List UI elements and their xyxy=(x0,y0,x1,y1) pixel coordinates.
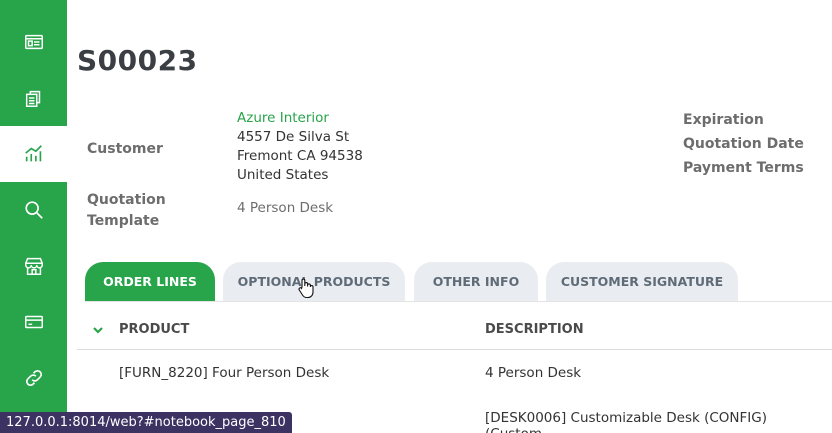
customer-address-line1: 4557 De Silva St xyxy=(237,129,350,145)
table-row-description[interactable]: 4 Person Desk xyxy=(485,365,581,381)
quotation-template-value[interactable]: 4 Person Desk xyxy=(237,199,333,218)
table-row-description[interactable]: [DESK0006] Customizable Desk (CONFIG) (C… xyxy=(485,410,832,433)
tabs-divider xyxy=(85,301,832,302)
sidebar-item-payments[interactable] xyxy=(0,294,67,350)
tab-customer-signature[interactable]: CUSTOMER SIGNATURE xyxy=(546,262,738,301)
expiration-label: Expiration xyxy=(683,112,764,128)
hand-cursor-icon xyxy=(298,278,314,299)
quotation-template-label-line1: Quotation xyxy=(87,192,166,208)
column-header-product[interactable]: PRODUCT xyxy=(119,322,189,337)
link-icon xyxy=(25,369,42,387)
credit-card-icon xyxy=(24,315,43,329)
store-icon xyxy=(24,257,43,275)
app-sidebar xyxy=(0,0,67,433)
sidebar-item-documents[interactable] xyxy=(0,70,67,126)
sidebar-item-sales[interactable] xyxy=(0,126,67,182)
table-header: PRODUCT DESCRIPTION xyxy=(77,312,832,350)
form-view: S00023 Customer Azure Interior 4557 De S… xyxy=(67,0,832,433)
id-card-icon xyxy=(24,34,43,50)
status-bar-url: 127.0.0.1:8014/web?#notebook_page_810 xyxy=(0,412,292,433)
sidebar-item-search[interactable] xyxy=(0,182,67,238)
tab-order-lines[interactable]: ORDER LINES xyxy=(85,262,215,301)
payment-terms-label: Payment Terms xyxy=(683,160,804,176)
customer-label: Customer xyxy=(87,141,163,157)
quotation-date-label: Quotation Date xyxy=(683,136,804,152)
documents-icon xyxy=(25,90,40,107)
record-title: S00023 xyxy=(77,44,198,77)
customer-address-line3: United States xyxy=(237,167,329,183)
customer-address-line2: Fremont CA 94538 xyxy=(237,148,363,164)
search-icon xyxy=(24,201,43,219)
table-row-product[interactable]: [FURN_8220] Four Person Desk xyxy=(119,365,329,381)
sidebar-item-store[interactable] xyxy=(0,238,67,294)
tab-other-info[interactable]: OTHER INFO xyxy=(414,262,538,301)
sidebar-item-links[interactable] xyxy=(0,350,67,406)
quotation-template-label-line2: Template xyxy=(87,213,160,229)
chevron-down-icon[interactable] xyxy=(91,323,105,337)
customer-name-link[interactable]: Azure Interior xyxy=(237,109,329,128)
chart-icon xyxy=(24,145,42,162)
column-header-description[interactable]: DESCRIPTION xyxy=(485,322,584,337)
sidebar-item-contacts[interactable] xyxy=(0,14,67,70)
